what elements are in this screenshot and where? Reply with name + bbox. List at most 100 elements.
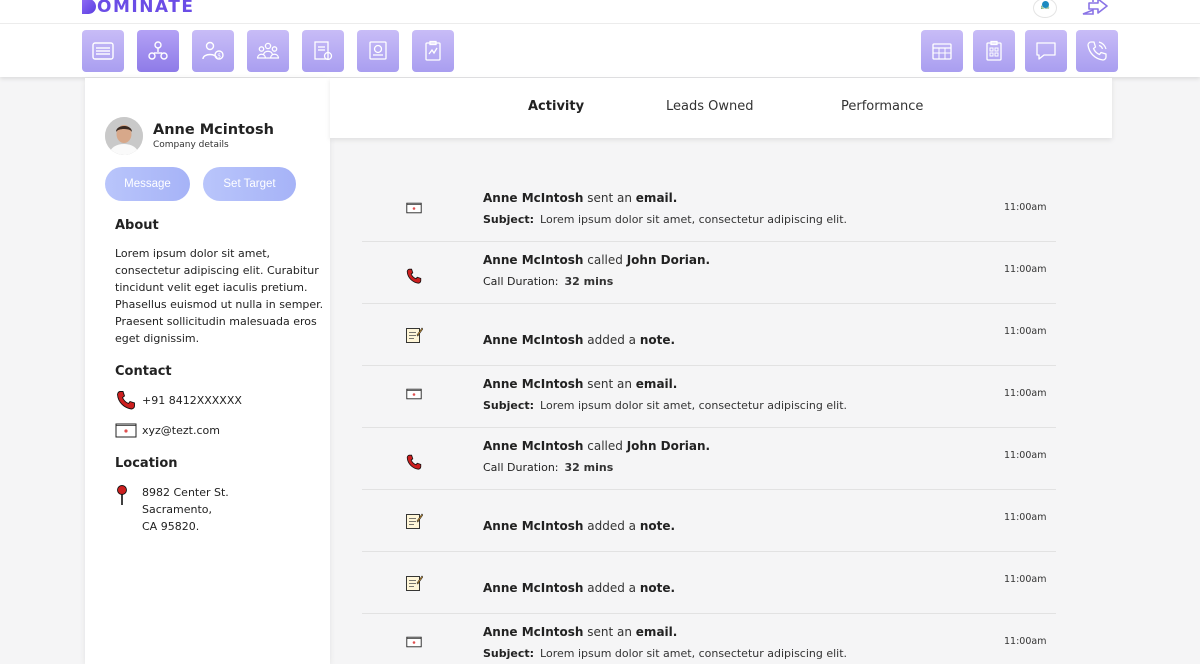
activity-detail: Subject: Lorem ipsum dolor sit amet, cons… xyxy=(483,647,847,660)
contact-email[interactable]: xyz@tezt.com xyxy=(115,420,220,440)
note-icon xyxy=(404,325,424,345)
nav-documents-button[interactable] xyxy=(357,30,399,72)
activity-detail-value: 32 mins xyxy=(564,461,614,474)
company-logo[interactable]: blue xyxy=(1033,0,1057,18)
activity-detail-label: Call Duration: xyxy=(483,461,559,474)
phone-icon xyxy=(1087,41,1107,61)
activity-verb: sent an xyxy=(587,191,632,205)
nav-reports-button[interactable] xyxy=(302,30,344,72)
activity-detail-label: Subject: xyxy=(483,213,535,226)
activity-actor: Anne McIntosh xyxy=(483,191,584,205)
tab-performance[interactable]: Performance xyxy=(841,99,923,114)
location-block: 8982 Center St. Sacramento, CA 95820. xyxy=(115,484,229,535)
activity-actor: Anne McIntosh xyxy=(483,439,584,453)
activity-object: note. xyxy=(639,581,676,595)
tabs-bar: Activity Leads Owned Performance xyxy=(330,78,1112,138)
logout-icon[interactable] xyxy=(1080,0,1110,16)
about-text: Lorem ipsum dolor sit amet, consectetur … xyxy=(115,247,324,345)
logo-wordmark: OMINATE xyxy=(97,0,195,17)
activity-actor: Anne McIntosh xyxy=(483,333,584,347)
map-pin-icon xyxy=(115,484,129,535)
nav-clipboard-button[interactable] xyxy=(973,30,1015,72)
activity-object: John Dorian. xyxy=(626,253,711,267)
activity-detail-value: Lorem ipsum dolor sit amet, consectetur … xyxy=(540,399,848,412)
activity-text: Anne McIntosh added a note. xyxy=(483,581,675,595)
activity-item[interactable]: Anne McIntosh added a note. 11:00am xyxy=(362,552,1056,614)
envelope-icon xyxy=(404,384,424,404)
activity-text: Anne McIntosh sent an email. xyxy=(483,377,677,391)
address: 8982 Center St. Sacramento, CA 95820. xyxy=(142,484,229,535)
note-icon xyxy=(404,573,424,593)
avatar[interactable] xyxy=(105,117,143,155)
activity-detail-value: Lorem ipsum dolor sit amet, consectetur … xyxy=(540,647,848,660)
activity-time: 11:00am xyxy=(1004,512,1047,523)
activity-verb: added a xyxy=(587,519,637,533)
nav-calendar-button[interactable] xyxy=(921,30,963,72)
activity-detail-value: Lorem ipsum dolor sit amet, consectetur … xyxy=(540,213,848,226)
activity-text: Anne McIntosh added a note. xyxy=(483,333,675,347)
activity-object: note. xyxy=(639,333,676,347)
company-details-link[interactable]: Company details xyxy=(153,140,229,150)
task-board-icon xyxy=(425,40,441,61)
nav-dashboard-button[interactable] xyxy=(82,30,124,72)
contact-heading: Contact xyxy=(115,364,172,379)
activity-text: Anne McIntosh called John Dorian. xyxy=(483,439,710,453)
nav-team-button[interactable] xyxy=(247,30,289,72)
tab-activity[interactable]: Activity xyxy=(528,99,584,114)
address-line: 8982 Center St. xyxy=(142,486,229,499)
tab-leads-owned[interactable]: Leads Owned xyxy=(666,99,754,114)
activity-item[interactable]: Anne McIntosh sent an email. Subject: Lore… xyxy=(362,614,1056,664)
contact-phone[interactable]: +91 8412XXXXXX xyxy=(115,390,242,410)
set-target-button[interactable]: Set Target xyxy=(203,167,296,201)
activity-detail: Call Duration: 32 mins xyxy=(483,461,613,474)
phone-icon xyxy=(115,390,137,410)
team-icon xyxy=(256,42,280,59)
clipboard-icon xyxy=(986,40,1002,61)
nav-leads-button[interactable] xyxy=(137,30,179,72)
chat-icon xyxy=(1036,42,1056,60)
activity-item[interactable]: Anne McIntosh added a note. 11:00am xyxy=(362,304,1056,366)
user-name: Anne Mcintosh xyxy=(153,122,274,138)
message-button[interactable]: Message xyxy=(105,167,190,201)
activity-verb: called xyxy=(587,439,623,453)
top-header: OMINATE blue $ xyxy=(0,0,1200,77)
activity-item[interactable]: Anne McIntosh sent an email. Subject: Lore… xyxy=(362,180,1056,242)
activity-object: email. xyxy=(635,191,678,205)
activity-detail-value: 32 mins xyxy=(564,275,614,288)
activity-time: 11:00am xyxy=(1004,388,1047,399)
app-logo[interactable]: OMINATE xyxy=(82,0,194,17)
about-heading: About xyxy=(115,218,159,233)
activity-object: email. xyxy=(635,377,678,391)
activity-time: 11:00am xyxy=(1004,450,1047,461)
nav-chat-button[interactable] xyxy=(1025,30,1067,72)
activity-object: note. xyxy=(639,519,676,533)
activity-actor: Anne McIntosh xyxy=(483,253,584,267)
brand-strip: OMINATE blue xyxy=(0,0,1200,24)
activity-detail: Subject: Lorem ipsum dolor sit amet, cons… xyxy=(483,213,847,226)
activity-text: Anne McIntosh sent an email. xyxy=(483,625,677,639)
activity-actor: Anne McIntosh xyxy=(483,377,584,391)
activity-time: 11:00am xyxy=(1004,636,1047,647)
phone-icon xyxy=(404,452,424,472)
activity-actor: Anne McIntosh xyxy=(483,625,584,639)
address-line: Sacramento, xyxy=(142,503,213,516)
nav-calls-button[interactable] xyxy=(1076,30,1118,72)
nav-tasks-button[interactable] xyxy=(412,30,454,72)
activity-verb: sent an xyxy=(587,625,632,639)
phone-icon xyxy=(404,266,424,286)
note-icon xyxy=(404,511,424,531)
envelope-icon xyxy=(404,198,424,218)
svg-text:$: $ xyxy=(217,53,221,60)
activity-item[interactable]: Anne McIntosh added a note. 11:00am xyxy=(362,490,1056,552)
nav-finance-button[interactable]: $ xyxy=(192,30,234,72)
envelope-icon xyxy=(404,632,424,652)
activity-actor: Anne McIntosh xyxy=(483,581,584,595)
activity-item[interactable]: Anne McIntosh called John Dorian. Call Du… xyxy=(362,428,1056,490)
activity-text: Anne McIntosh added a note. xyxy=(483,519,675,533)
activity-item[interactable]: Anne McIntosh sent an email. Subject: Lore… xyxy=(362,366,1056,428)
user-avatar-icon xyxy=(105,117,143,155)
activity-text: Anne McIntosh sent an email. xyxy=(483,191,677,205)
activity-verb: sent an xyxy=(587,377,632,391)
activity-item[interactable]: Anne McIntosh called John Dorian. Call Du… xyxy=(362,242,1056,304)
activity-detail: Subject: Lorem ipsum dolor sit amet, cons… xyxy=(483,399,847,412)
